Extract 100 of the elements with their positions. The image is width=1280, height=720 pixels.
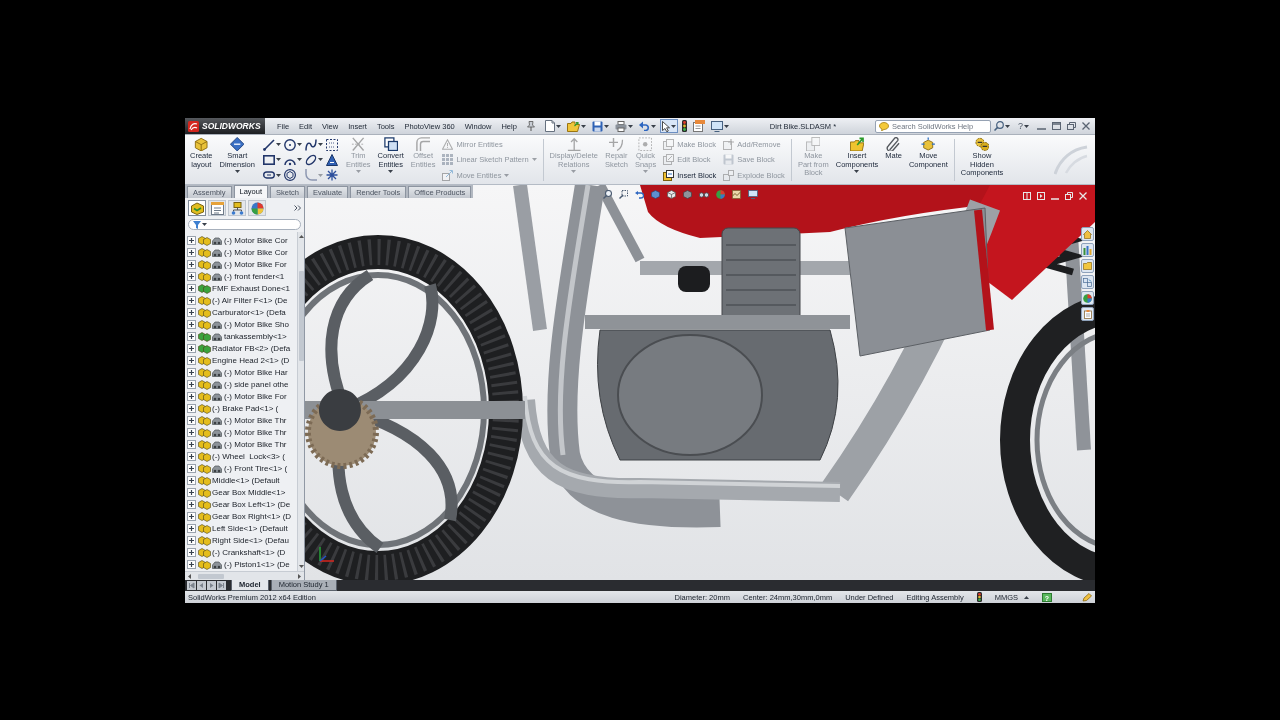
tree-item[interactable]: (-) Motor Bike Thr — [224, 415, 287, 425]
expand-icon[interactable] — [187, 295, 196, 305]
expand-icon[interactable] — [187, 535, 196, 545]
cube-icon[interactable] — [667, 190, 676, 199]
tree-item[interactable]: (-) Front Tire<1> ( — [224, 463, 288, 473]
expand-icon[interactable] — [187, 391, 196, 401]
color-ball-icon[interactable] — [716, 190, 725, 199]
horizontal-scrollbar[interactable] — [185, 571, 304, 580]
tree-item[interactable]: (-) Crankshaft<1> (D — [212, 547, 286, 557]
scene-icon[interactable] — [732, 190, 741, 199]
close-icon[interactable] — [1082, 122, 1090, 130]
expand-icon[interactable] — [187, 331, 196, 341]
tile-icon[interactable] — [1023, 192, 1031, 200]
search-icon[interactable] — [603, 190, 612, 199]
panel-tab[interactable] — [188, 200, 206, 216]
task-pane-tab[interactable] — [1081, 243, 1094, 257]
tree-item[interactable]: (-) Wheel Lock<3> ( — [212, 451, 285, 461]
expand-icon[interactable] — [187, 475, 196, 485]
expand-icon[interactable] — [187, 235, 196, 245]
tree-item[interactable]: Left Side<1> (Default — [212, 523, 288, 533]
expand-icon[interactable] — [187, 367, 196, 377]
expand-icon[interactable] — [187, 283, 196, 293]
tree-item[interactable]: (-) side panel othe — [224, 379, 289, 389]
expand-icon[interactable] — [187, 247, 196, 257]
tree-item[interactable]: (-) Motor Bike Cor — [224, 247, 288, 257]
tree-item[interactable]: Right Side<1> (Defau — [212, 535, 289, 545]
maximize-icon[interactable] — [1052, 122, 1061, 130]
help-button[interactable]: ? — [1018, 121, 1029, 131]
expand-icon[interactable] — [187, 271, 196, 281]
sketch-tool-button[interactable] — [325, 168, 338, 182]
scrollbar-thumb[interactable] — [198, 573, 224, 579]
task-pane-tab[interactable] — [1081, 291, 1094, 305]
panel-tab[interactable] — [208, 200, 226, 216]
tree-item[interactable]: (-) Piston1<1> (De — [224, 559, 290, 569]
task-pane-tab[interactable] — [1081, 259, 1094, 273]
sketch-tool-button[interactable] — [262, 168, 281, 182]
tree-item[interactable]: (-) front fender<1 — [224, 271, 285, 281]
expand-icon[interactable] — [187, 547, 196, 557]
tree-item[interactable]: Carburator<1> (Defa — [212, 307, 286, 317]
panel-tab[interactable] — [248, 200, 266, 216]
tree-item[interactable]: (-) Motor Bike Thr — [224, 427, 287, 437]
expand-icon[interactable] — [187, 403, 196, 413]
sketch-tool-button[interactable] — [262, 153, 281, 167]
task-pane-tab[interactable] — [1081, 307, 1094, 321]
split-icon[interactable] — [1037, 192, 1045, 200]
restore-icon[interactable] — [1065, 192, 1073, 200]
expand-icon[interactable] — [187, 355, 196, 365]
search-button[interactable] — [994, 121, 1010, 131]
panel-tab[interactable] — [228, 200, 246, 216]
expand-icon[interactable] — [187, 463, 196, 473]
expand-icon[interactable] — [187, 451, 196, 461]
tree-item[interactable]: FMF Exhaust Done<1 — [212, 283, 291, 293]
tree-item[interactable]: (-) Air Filter F<1> (De — [212, 295, 288, 305]
tree-item[interactable]: Gear Box Left<1> (De — [212, 499, 291, 509]
sketch-tool-button[interactable] — [325, 153, 338, 167]
tree-item[interactable]: Middle<1> (Default — [212, 475, 280, 485]
tree-item[interactable]: (-) Motor Bike Sho — [224, 319, 289, 329]
monitor-icon[interactable] — [748, 190, 758, 199]
sketch-tool-button[interactable] — [304, 138, 323, 152]
tree-item[interactable]: (-) Motor Bike Cor — [224, 235, 288, 245]
tree-item[interactable]: Radiator FB<2> (Defa — [212, 343, 291, 353]
zoom-area-icon[interactable] — [619, 190, 628, 199]
tree-item[interactable]: (-) Motor Bike Thr — [224, 439, 287, 449]
filter-field[interactable] — [188, 219, 301, 230]
toolbar-button[interactable] — [659, 119, 678, 133]
task-pane-tab[interactable] — [1081, 275, 1094, 289]
cube-icon[interactable] — [683, 190, 692, 199]
expand-icon[interactable] — [187, 487, 196, 497]
expand-icon[interactable] — [187, 559, 196, 569]
tree-item[interactable]: (-) Motor Bike For — [224, 259, 287, 269]
expand-icon[interactable] — [187, 343, 196, 353]
tree-item[interactable]: Gear Box Right<1> (D — [212, 511, 292, 521]
expand-icon[interactable] — [187, 439, 196, 449]
tree-item[interactable]: (-) Brake Pad<1> ( — [212, 403, 279, 413]
cube-icon[interactable] — [651, 190, 660, 199]
traffic-light-icon[interactable] — [976, 592, 982, 602]
toolbar-button[interactable] — [708, 119, 731, 133]
task-pane-tab[interactable] — [1081, 227, 1094, 241]
tree-item[interactable]: Gear Box Middle<1> — [212, 487, 286, 497]
toolbar-button[interactable] — [679, 119, 689, 133]
expand-icon[interactable] — [187, 415, 196, 425]
tree-item[interactable]: (-) Motor Bike For — [224, 391, 287, 401]
sketch-tool-button[interactable] — [262, 138, 281, 152]
chevron-icon[interactable] — [294, 205, 301, 211]
scrollbar-thumb[interactable] — [298, 271, 304, 361]
sketch-tool-button[interactable] — [325, 138, 338, 152]
back-arrow-icon[interactable] — [635, 190, 644, 199]
expand-icon[interactable] — [187, 379, 196, 389]
expand-icon[interactable] — [187, 499, 196, 509]
expand-icon[interactable] — [187, 259, 196, 269]
expand-icon[interactable] — [187, 319, 196, 329]
pin-icon[interactable] — [526, 121, 535, 131]
glasses-icon[interactable] — [699, 191, 709, 198]
tree-item[interactable]: (-) Motor Bike Har — [224, 367, 288, 377]
vertical-scrollbar[interactable] — [297, 232, 304, 571]
tree-item[interactable]: Engine Head 2<1> (D — [212, 355, 290, 365]
restore-icon[interactable] — [1067, 122, 1076, 130]
expand-icon[interactable] — [187, 427, 196, 437]
expand-icon[interactable] — [187, 511, 196, 521]
sketch-tool-button[interactable] — [304, 153, 323, 167]
